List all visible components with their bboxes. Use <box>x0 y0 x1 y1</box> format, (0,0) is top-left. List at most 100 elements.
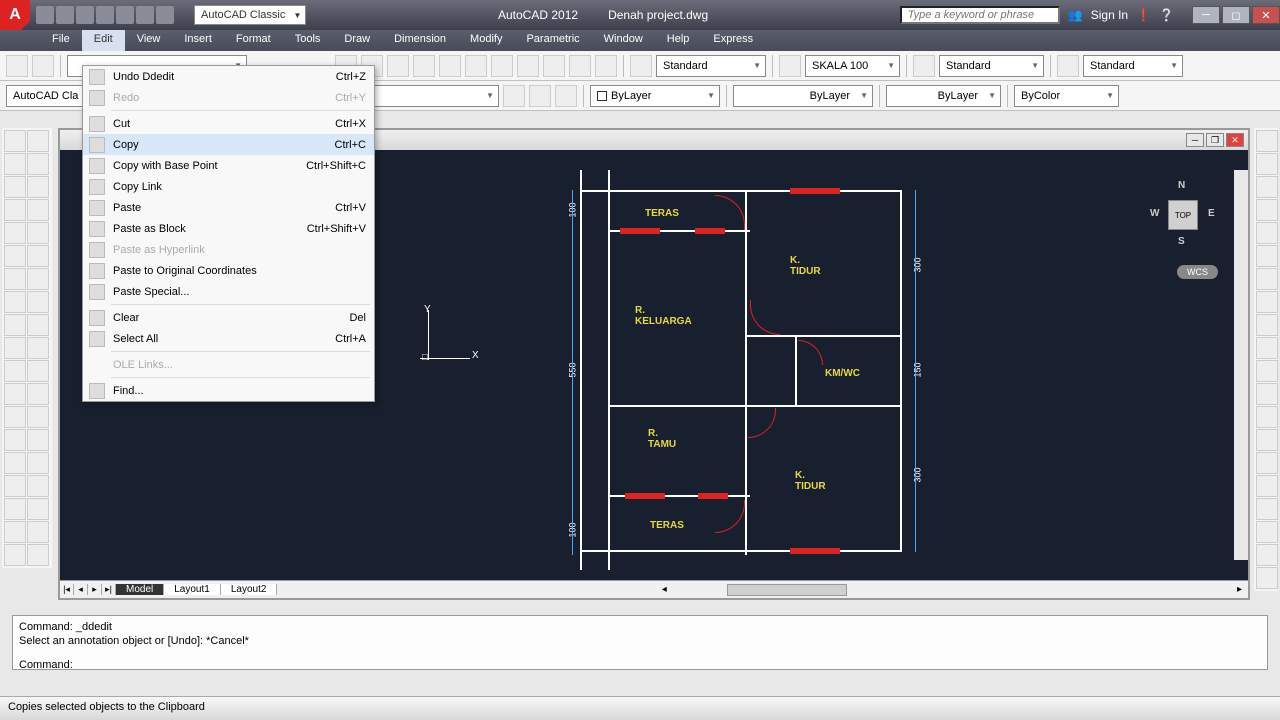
modify-tool-1[interactable] <box>1256 153 1278 175</box>
maximize-button[interactable]: ◻ <box>1222 6 1250 24</box>
menu-window[interactable]: Window <box>592 30 655 51</box>
app-logo[interactable]: A <box>0 0 30 30</box>
menu-item-paste-special-[interactable]: Paste Special... <box>83 281 374 302</box>
tab-prev-icon[interactable]: ◂ <box>74 584 88 595</box>
tb-icon-4[interactable] <box>413 55 435 77</box>
modify-tool-16[interactable] <box>1256 498 1278 520</box>
draw-tool-20[interactable] <box>4 360 26 382</box>
draw-tool-23[interactable] <box>27 383 49 405</box>
tab-layout1[interactable]: Layout1 <box>164 584 221 595</box>
draw-tool-28[interactable] <box>4 452 26 474</box>
tb-icon-7[interactable] <box>491 55 513 77</box>
wcs-badge[interactable]: WCS <box>1177 265 1218 279</box>
draw-tool-30[interactable] <box>4 475 26 497</box>
draw-tool-10[interactable] <box>4 245 26 267</box>
menu-item-paste-as-block[interactable]: Paste as BlockCtrl+Shift+V <box>83 218 374 239</box>
draw-tool-14[interactable] <box>4 291 26 313</box>
draw-tool-32[interactable] <box>4 498 26 520</box>
modify-tool-9[interactable] <box>1256 337 1278 359</box>
vertical-scrollbar[interactable] <box>1234 170 1248 560</box>
menu-item-cut[interactable]: CutCtrl+X <box>83 113 374 134</box>
modify-tool-3[interactable] <box>1256 199 1278 221</box>
modify-tool-5[interactable] <box>1256 245 1278 267</box>
tab-model[interactable]: Model <box>116 584 164 595</box>
draw-tool-2[interactable] <box>4 153 26 175</box>
plotstyle-dropdown[interactable]: ByColor <box>1014 85 1119 107</box>
modify-tool-12[interactable] <box>1256 406 1278 428</box>
draw-tool-37[interactable] <box>27 544 49 566</box>
draw-tool-24[interactable] <box>4 406 26 428</box>
menu-item-copy[interactable]: CopyCtrl+C <box>83 134 374 155</box>
signin-link[interactable]: Sign In <box>1091 8 1128 22</box>
menu-tools[interactable]: Tools <box>283 30 333 51</box>
draw-tool-12[interactable] <box>4 268 26 290</box>
draw-tool-16[interactable] <box>4 314 26 336</box>
menu-item-paste-to-original-coordinates[interactable]: Paste to Original Coordinates <box>83 260 374 281</box>
close-button[interactable]: ✕ <box>1252 6 1280 24</box>
tb-icon-3[interactable] <box>387 55 409 77</box>
modify-tool-0[interactable] <box>1256 130 1278 152</box>
menu-parametric[interactable]: Parametric <box>514 30 591 51</box>
help-icon[interactable]: ❔ <box>1159 8 1174 22</box>
tab-layout2[interactable]: Layout2 <box>221 584 278 595</box>
doc-minimize-button[interactable]: ─ <box>1186 133 1204 147</box>
draw-tool-13[interactable] <box>27 268 49 290</box>
textstyle-dropdown[interactable]: Standard <box>656 55 766 77</box>
draw-tool-4[interactable] <box>4 176 26 198</box>
tab-last-icon[interactable]: ▸| <box>102 584 116 595</box>
draw-tool-21[interactable] <box>27 360 49 382</box>
menu-item-copy-with-base-point[interactable]: Copy with Base PointCtrl+Shift+C <box>83 155 374 176</box>
print-icon[interactable] <box>116 6 134 24</box>
modify-tool-11[interactable] <box>1256 383 1278 405</box>
tb-icon-8[interactable] <box>517 55 539 77</box>
draw-tool-27[interactable] <box>27 429 49 451</box>
linetype-dropdown[interactable]: ByLayer <box>733 85 873 107</box>
modify-tool-2[interactable] <box>1256 176 1278 198</box>
new-file-icon[interactable] <box>6 55 28 77</box>
viewcube-top[interactable]: TOP <box>1168 200 1198 230</box>
menu-item-select-all[interactable]: Select AllCtrl+A <box>83 328 374 349</box>
layer-tool-icon-3[interactable] <box>555 85 577 107</box>
menu-view[interactable]: View <box>125 30 173 51</box>
layer-tool-icon-2[interactable] <box>529 85 551 107</box>
doc-close-button[interactable]: ✕ <box>1226 133 1244 147</box>
draw-tool-34[interactable] <box>4 521 26 543</box>
layer-tool-icon-1[interactable] <box>503 85 525 107</box>
modify-tool-8[interactable] <box>1256 314 1278 336</box>
open-icon[interactable] <box>56 6 74 24</box>
draw-tool-1[interactable] <box>27 130 49 152</box>
menu-item-find-[interactable]: Find... <box>83 380 374 401</box>
doc-restore-button[interactable]: ❐ <box>1206 133 1224 147</box>
tb-icon-9[interactable] <box>543 55 565 77</box>
draw-tool-6[interactable] <box>4 199 26 221</box>
draw-tool-15[interactable] <box>27 291 49 313</box>
tb-icon-10[interactable] <box>569 55 591 77</box>
modify-tool-10[interactable] <box>1256 360 1278 382</box>
mleaderstyle-dropdown[interactable]: Standard <box>939 55 1044 77</box>
draw-tool-9[interactable] <box>27 222 49 244</box>
new-icon[interactable] <box>36 6 54 24</box>
modify-tool-19[interactable] <box>1256 567 1278 589</box>
open-file-icon[interactable] <box>32 55 54 77</box>
modify-tool-15[interactable] <box>1256 475 1278 497</box>
draw-tool-31[interactable] <box>27 475 49 497</box>
menu-modify[interactable]: Modify <box>458 30 514 51</box>
draw-tool-11[interactable] <box>27 245 49 267</box>
menu-item-undo-ddedit[interactable]: Undo DdeditCtrl+Z <box>83 66 374 87</box>
draw-tool-19[interactable] <box>27 337 49 359</box>
lineweight-dropdown[interactable]: ByLayer <box>886 85 1001 107</box>
dimstyle-dropdown[interactable]: SKALA 100 <box>805 55 900 77</box>
menu-item-copy-link[interactable]: Copy Link <box>83 176 374 197</box>
viewcube[interactable]: TOP N S E W <box>1148 180 1218 250</box>
draw-tool-7[interactable] <box>27 199 49 221</box>
draw-tool-35[interactable] <box>27 521 49 543</box>
command-line[interactable]: Command: _ddedit Select an annotation ob… <box>12 615 1268 670</box>
mleader-icon[interactable] <box>913 55 935 77</box>
horizontal-scrollbar[interactable]: ◂ <box>277 584 1231 596</box>
draw-tool-3[interactable] <box>27 153 49 175</box>
menu-insert[interactable]: Insert <box>172 30 224 51</box>
menu-file[interactable]: File <box>40 30 82 51</box>
saveas-icon[interactable] <box>96 6 114 24</box>
menu-express[interactable]: Express <box>701 30 765 51</box>
draw-tool-17[interactable] <box>27 314 49 336</box>
